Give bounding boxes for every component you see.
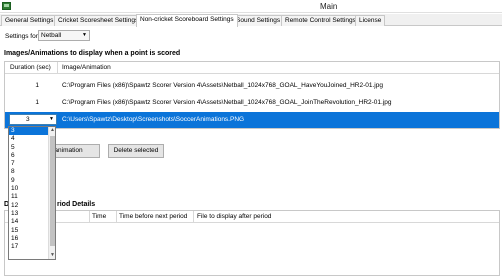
duration-dropdown-list[interactable]: 3 4 5 6 7 8 9 10 11 12 13 14 15 16 17 ▲ …: [8, 126, 56, 260]
column-header-time: Time: [92, 213, 107, 220]
tab-strip: General Settings Cricket Scoresheet Sett…: [0, 14, 502, 27]
images-grid: Duration (sec) Image/Animation 1 C:\Prog…: [4, 61, 500, 129]
column-header-duration: Duration (sec): [10, 64, 51, 71]
dropdown-scrollbar[interactable]: ▲ ▼: [48, 127, 55, 259]
scrollbar-thumb[interactable]: [50, 136, 55, 246]
grid-header: Time Time before next period File to dis…: [5, 211, 499, 223]
app-icon: [2, 2, 11, 10]
chevron-down-icon: ▼: [49, 116, 54, 122]
delete-selected-button[interactable]: Delete selected: [108, 144, 164, 158]
duration-combo[interactable]: 3 ▼: [9, 114, 57, 125]
table-row[interactable]: 1 C:\Program Files (x86)\Spawtz Scorer V…: [5, 78, 499, 94]
scroll-down-icon[interactable]: ▼: [49, 252, 55, 259]
chevron-down-icon: ▼: [82, 32, 87, 38]
settings-for-value: Netball: [41, 32, 62, 39]
column-header-file-after-period: File to display after period: [197, 213, 272, 220]
period-grid: Time Time before next period File to dis…: [4, 210, 500, 276]
row-duration: 1: [35, 82, 39, 89]
row-image-path: C:\Program Files (x86)\Spawtz Scorer Ver…: [62, 99, 392, 106]
images-section-title: Images/Animations to display when a poin…: [4, 50, 181, 57]
row-image-path: C:\Program Files (x86)\Spawtz Scorer Ver…: [62, 82, 383, 89]
tab-license[interactable]: License: [355, 15, 386, 26]
window-title: Main: [320, 2, 338, 11]
scroll-up-icon[interactable]: ▲: [49, 127, 55, 134]
tab-general-settings[interactable]: General Settings: [1, 15, 58, 26]
duration-combo-value: 3: [26, 116, 30, 123]
row-duration: 1: [35, 99, 39, 106]
period-section-title-end: riod Details: [57, 201, 96, 208]
table-row[interactable]: 1 C:\Program Files (x86)\Spawtz Scorer V…: [5, 95, 499, 111]
column-header-time-before-next-period: Time before next period: [119, 213, 188, 220]
grid-header: Duration (sec) Image/Animation: [5, 62, 499, 74]
tab-cricket-scoresheet-settings[interactable]: Cricket Scoresheet Settings: [54, 15, 143, 26]
title-bar: Main: [0, 0, 502, 13]
tab-remote-control-settings[interactable]: Remote Control Settings: [281, 15, 360, 26]
settings-for-label: Settings for:: [5, 33, 40, 40]
tab-sound-settings[interactable]: Sound Settings: [232, 15, 285, 26]
column-header-image: Image/Animation: [62, 64, 111, 71]
tab-non-cricket-scoreboard-settings[interactable]: Non-cricket Scoreboard Settings: [136, 14, 238, 27]
table-row-selected[interactable]: 3 ▼ C:\Users\Spawtz\Desktop\Screenshots\…: [5, 112, 499, 128]
row-image-path: C:\Users\Spawtz\Desktop\Screenshots\Socc…: [62, 116, 245, 123]
settings-for-select[interactable]: Netball ▼: [38, 30, 90, 41]
